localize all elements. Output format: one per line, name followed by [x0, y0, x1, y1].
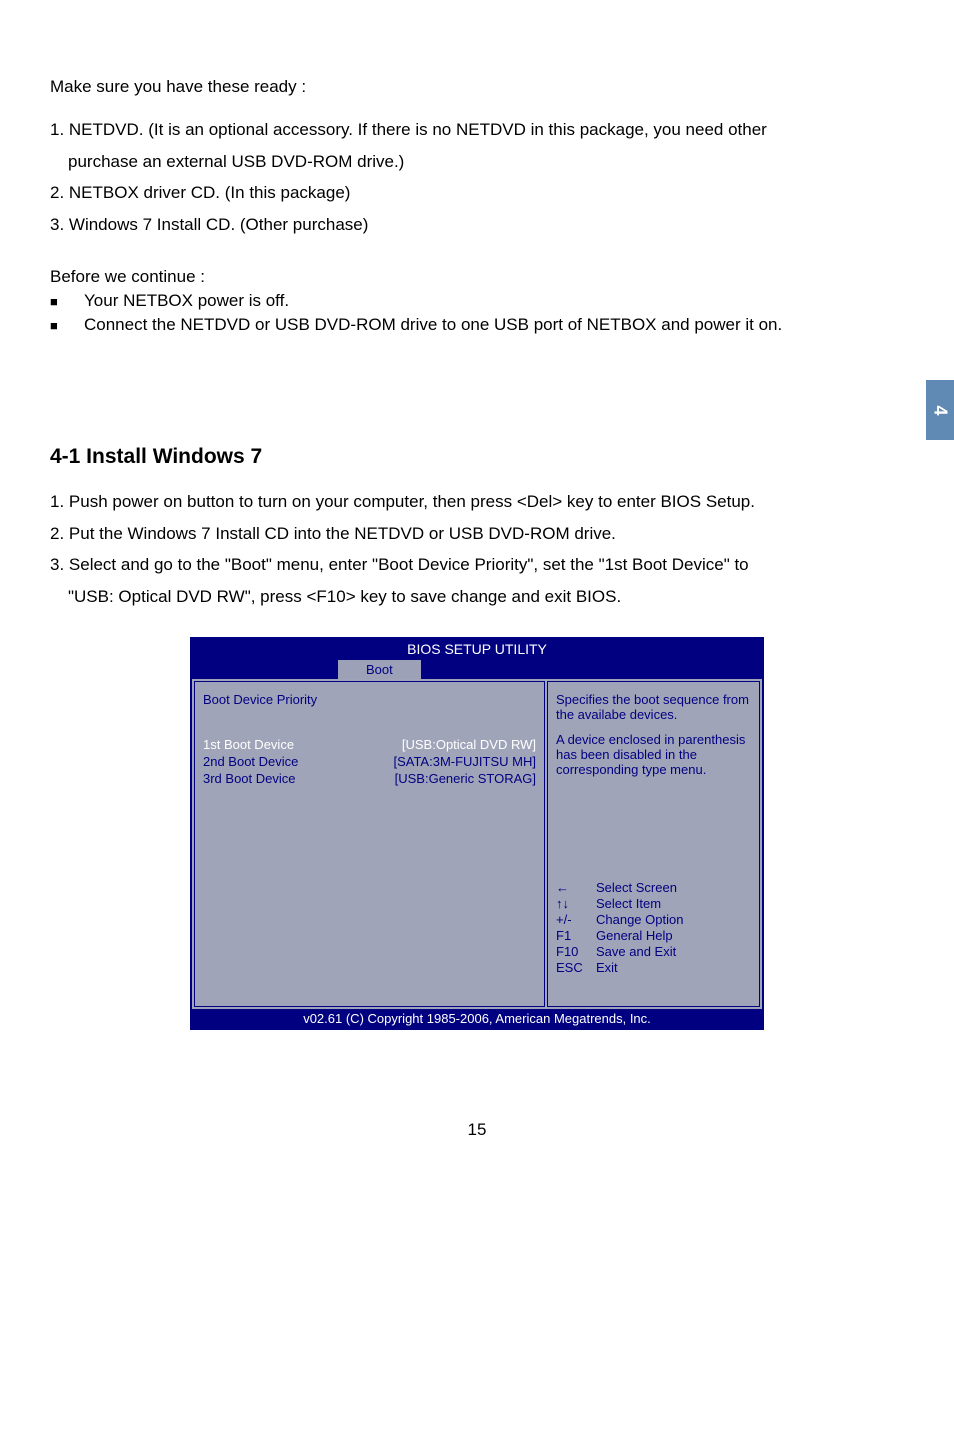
before-item-1: Your NETBOX power is off.: [84, 291, 289, 310]
key-f10: F10: [556, 944, 596, 959]
bios-footer: v02.61 (C) Copyright 1985-2006, American…: [192, 1009, 762, 1028]
prep-item-2: 2. NETBOX driver CD. (In this package): [50, 180, 904, 206]
key-esc: ESC: [556, 960, 596, 975]
step-2: 2. Put the Windows 7 Install CD into the…: [50, 521, 904, 547]
boot-row-2: 2nd Boot Device [SATA:3M-FUJITSU MH]: [203, 754, 536, 769]
boot-row-3-value: [USB:Generic STORAG]: [395, 771, 536, 786]
key-f1-label: General Help: [596, 928, 673, 943]
bios-tab-boot: Boot: [337, 659, 422, 679]
before-item-2: Connect the NETDVD or USB DVD-ROM drive …: [84, 315, 782, 334]
key-f1: F1: [556, 928, 596, 943]
boot-row-1: 1st Boot Device [USB:Optical DVD RW]: [203, 737, 536, 752]
bios-key-help: ←Select Screen ↑↓Select Item +/-Change O…: [556, 879, 751, 976]
boot-row-2-label: 2nd Boot Device: [203, 754, 298, 769]
key-esc-label: Exit: [596, 960, 618, 975]
key-left-label: Select Screen: [596, 880, 677, 895]
step-1: 1. Push power on button to turn on your …: [50, 489, 904, 515]
section-title: 4-1 Install Windows 7: [50, 445, 904, 469]
bios-desc-1: Specifies the boot sequence from the ava…: [556, 692, 751, 722]
boot-row-3: 3rd Boot Device [USB:Generic STORAG]: [203, 771, 536, 786]
intro-text: Make sure you have these ready :: [50, 77, 904, 97]
preparation-list: 1. NETDVD. (It is an optional accessory.…: [50, 117, 904, 237]
before-continue-heading: Before we continue :: [50, 267, 904, 287]
boot-row-1-value: [USB:Optical DVD RW]: [402, 737, 536, 752]
boot-priority-label: Boot Device Priority: [203, 692, 536, 707]
key-left: ←: [556, 880, 596, 895]
boot-row-1-label: 1st Boot Device: [203, 737, 294, 752]
bullet-icon: ■: [50, 318, 84, 333]
page-number: 15: [50, 1120, 904, 1140]
bios-tab-bar: Boot: [192, 659, 762, 679]
bios-title: BIOS SETUP UTILITY: [192, 639, 762, 659]
chapter-tab: 4: [926, 380, 954, 440]
bios-screenshot: BIOS SETUP UTILITY Boot Boot Device Prio…: [190, 637, 764, 1030]
step-3a: 3. Select and go to the "Boot" menu, ent…: [50, 552, 904, 578]
key-updown: ↑↓: [556, 896, 596, 911]
prep-item-3: 3. Windows 7 Install CD. (Other purchase…: [50, 212, 904, 238]
prep-item-1a: 1. NETDVD. (It is an optional accessory.…: [50, 117, 904, 143]
install-steps: 1. Push power on button to turn on your …: [50, 489, 904, 609]
prep-item-1b: purchase an external USB DVD-ROM drive.): [50, 149, 904, 175]
bullet-icon: ■: [50, 294, 84, 309]
key-f10-label: Save and Exit: [596, 944, 676, 959]
key-plusminus-label: Change Option: [596, 912, 683, 927]
step-3b: "USB: Optical DVD RW", press <F10> key t…: [50, 584, 904, 610]
bios-desc-2: A device enclosed in parenthesis has bee…: [556, 732, 751, 777]
bios-left-panel: Boot Device Priority 1st Boot Device [US…: [194, 681, 545, 1007]
boot-row-2-value: [SATA:3M-FUJITSU MH]: [393, 754, 536, 769]
bios-right-panel: Specifies the boot sequence from the ava…: [547, 681, 760, 1007]
key-plusminus: +/-: [556, 912, 596, 927]
key-updown-label: Select Item: [596, 896, 661, 911]
boot-row-3-label: 3rd Boot Device: [203, 771, 296, 786]
before-continue-list: ■Your NETBOX power is off. ■Connect the …: [50, 291, 904, 335]
